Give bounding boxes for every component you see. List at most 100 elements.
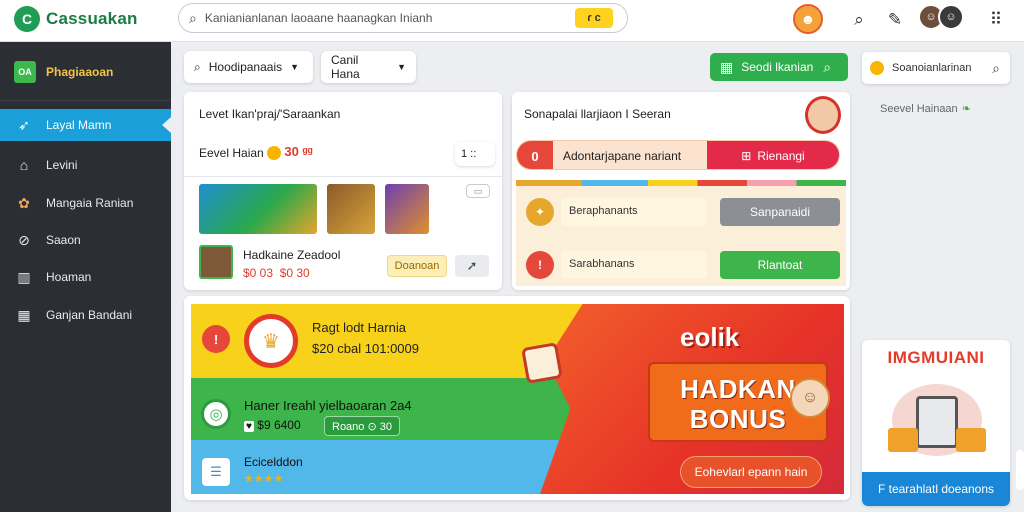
crown-icon: ♛ [244,314,298,368]
task-row-button[interactable]: Sanpanaidi [720,198,840,226]
filter-dropdown[interactable]: ⌕ Hoodipanaais ▼ [184,51,313,83]
store-icon: ▦ [17,306,31,323]
more-icon[interactable]: ▭ [466,184,490,198]
promo-row1-title: Ragt lodt Harnia [312,320,406,335]
chevron-down-icon: ▼ [290,62,300,72]
mascot-icon[interactable]: ☻ [793,4,823,34]
grid-icon[interactable]: ⠿ [984,8,1008,32]
basket-icon [888,428,918,452]
sidebar-item-label: Hoaman [46,270,92,284]
promo-row2-title: Haner Ireahl yielbaoaran 2a4 [244,398,412,413]
gift-box-icon [521,342,563,384]
share-icon[interactable]: ➚ [455,255,489,277]
app-title: Cassuakan [46,9,138,28]
menu-icon: ☰ [202,458,230,486]
sidebar-item-saaon[interactable]: ⊘ Saaon [0,224,171,256]
search-icon[interactable]: ⌕ [847,8,871,32]
sidebar-item-ganjan-bandani[interactable]: ▦ Ganjan Bandani [0,299,171,331]
sidebar-item-label: Ganjan Bandani [46,308,133,322]
level-value: 30 ᵍᵍ [267,144,313,160]
leaf-icon: ❧ [961,103,971,115]
game-thumbnail[interactable] [327,184,375,234]
sort-dropdown[interactable]: Canil Hana ▼ [321,51,416,83]
app-logo[interactable]: C Cassuakan [14,6,138,32]
coin-icon [870,61,884,75]
refresh-icon: ◎ [201,399,231,429]
avatar[interactable]: ☺ [938,4,964,30]
sidebar-item-label: Layal Mamn [46,118,112,132]
item-price: $0 03 $0 30 [243,266,310,280]
promo-row1-sub: $20 cbal 101:0009 [312,341,419,356]
task-row-label: Sarabhanans [561,251,707,279]
promo-row2-price-value: $9 6400 [257,418,301,432]
filter-dropdown-label: Hoodipanaais [208,60,283,74]
item-price-value-2: $0 30 [279,266,310,280]
basket-icon [956,428,986,452]
sidebar: OA Phagiaaoan ➶ Layal Mamn ⌂ Levini ✿ Ma… [0,42,171,512]
game-thumbnail[interactable] [385,184,429,234]
sidebar-header-label: Phagiaaoan [46,65,114,79]
search-icon: ⌕ [992,59,1000,76]
alert-icon: ! [202,325,230,353]
task-icon: ! [526,251,554,279]
sidebar-item-label: Saaon [46,233,81,247]
sidebar-header[interactable]: OA Phagiaaoan [0,57,171,87]
ad-cta-button[interactable]: F tearahlatl doeanons [862,472,1010,506]
sidebar-item-layal-mamn[interactable]: ➶ Layal Mamn [0,109,171,141]
sidebar-item-levini[interactable]: ⌂ Levini [0,149,171,181]
divider [184,176,502,177]
level-label: Eevel Haian [199,146,264,160]
item-thumbnail[interactable] [199,245,233,279]
global-search[interactable]: ⌕ ɾ c [178,3,628,33]
sidebar-badge: OA [14,61,36,83]
sort-dropdown-label: Canil Hana [331,53,360,81]
level-counter[interactable]: 1 :: [455,142,495,166]
item-action-button[interactable]: Doanoan [387,255,447,277]
search-icon: ⌕ [189,9,197,26]
sidebar-divider [0,100,171,101]
global-search-input[interactable] [204,11,575,25]
coin-icon [267,145,281,160]
task-progress-bar[interactable]: 0 Adontarjapane nariant ⊞ Rienangi [516,140,840,170]
calculator-icon [916,396,958,448]
item-name: Hadkaine Zeadool [243,248,341,262]
task-icon: ✦ [526,198,554,226]
right-search-label: Soanoianlarinan [892,62,972,74]
search-icon: ⌕ [194,59,201,74]
compass-icon: ⊘ [18,231,30,248]
promo-row3-title: Ecicelddon [244,455,303,469]
top-bar: C Cassuakan ⌕ ɾ c ☻ ⌕ ✎ ☺ ☺ ⠿ [0,0,1024,42]
scrollbar[interactable] [1016,450,1024,490]
home-icon: ⌂ [19,157,29,173]
item-price-value: $0 03 [243,266,274,280]
ad-card[interactable]: IMGMUIANI F tearahlatl doeanons [862,340,1010,506]
progress-action-button[interactable]: ⊞ Rienangi [707,141,839,169]
task-row-button[interactable]: Rlantoat [720,251,840,279]
game-thumbnail[interactable] [199,184,317,234]
search-icon: ⌕ [823,58,832,75]
promo-cta-button[interactable]: Eohevlarl epann hain [680,456,822,488]
promo-row2-price: ♥ $9 6400 [244,418,301,432]
action-button[interactable]: ▦ Seodi lkanian ⌕ [710,53,848,81]
promo-sparkle-text: eolik [680,322,740,352]
level-panel-title: Levet Ikan'praj/'Saraankan [199,107,341,121]
progress-value: 0 [517,141,553,169]
logo-mark-icon: C [14,6,40,32]
sidebar-item-label: Mangaia Ranian [46,196,134,210]
right-search[interactable]: Soanoianlarinan ⌕ [862,52,1010,84]
promo-row2-button[interactable]: Roano ⊙ 30 [324,416,400,436]
tag-icon: ♥ [244,421,254,432]
right-note: Seevel Hainaan ❧ [880,102,971,115]
mascot-icon: ☺ [790,378,830,418]
action-button-label: Seodi lkanian [741,60,814,74]
character-avatar [805,96,841,134]
level-value-text: 30 ᵍᵍ [284,144,313,159]
sidebar-item-mangaia-ranian[interactable]: ✿ Mangaia Ranian [0,187,171,219]
edit-icon[interactable]: ✎ [883,8,907,32]
chevron-down-icon: ▼ [397,62,406,72]
sidebar-item-label: Levini [46,158,78,172]
search-submit-button[interactable]: ɾ c [575,8,613,28]
flower-icon: ✿ [18,194,30,211]
sidebar-item-hoaman[interactable]: ▥ Hoaman [0,261,171,293]
right-note-text: Seevel Hainaan [880,103,958,115]
